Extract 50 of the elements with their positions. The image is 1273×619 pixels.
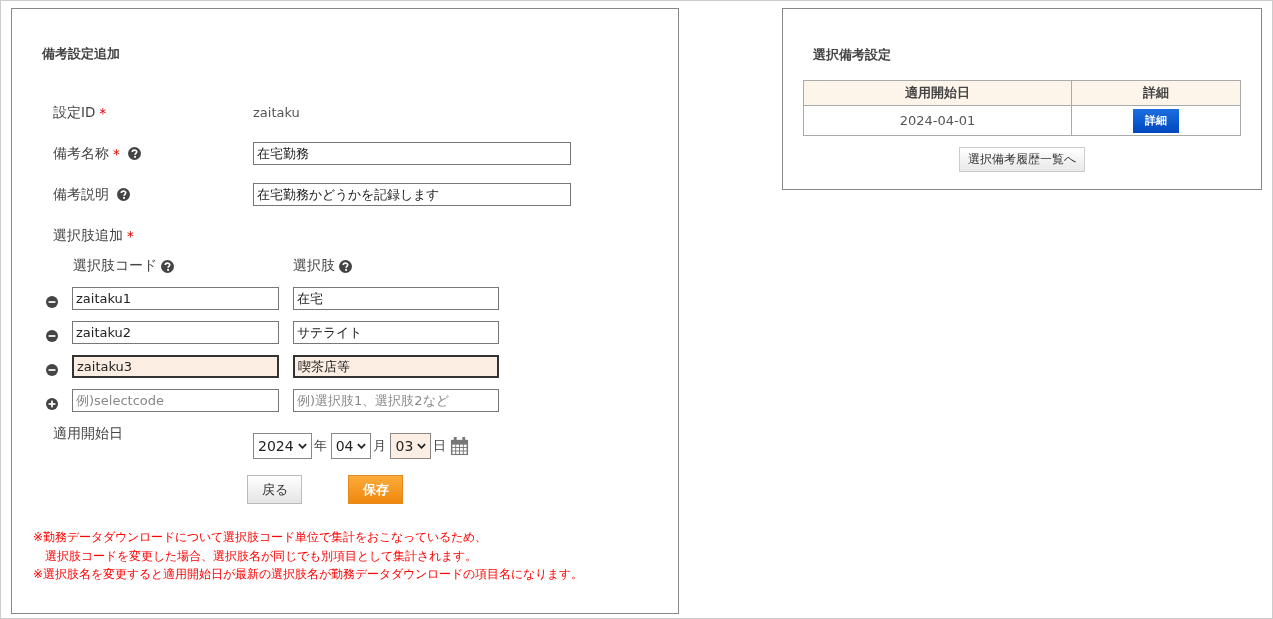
field-label: 備考名称: [53, 144, 109, 163]
caret-icon: [357, 443, 367, 449]
help-icon: [117, 188, 130, 201]
minus-circle-icon[interactable]: [46, 329, 58, 342]
option-choice-input[interactable]: 喫茶店等: [293, 355, 499, 378]
minus-circle-icon[interactable]: [46, 363, 58, 376]
calendar-icon[interactable]: [450, 436, 470, 456]
field-label: 選択肢追加: [53, 226, 123, 245]
help-icon: [161, 259, 174, 273]
option-code-input[interactable]: zaitaku3: [72, 355, 279, 378]
table-cell: 2024-04-01: [803, 105, 1072, 136]
note-text: ※勤務データダウンロードについて選択肢コード単位で集計をおこなっているため、: [33, 529, 489, 546]
minus-circle-icon[interactable]: [46, 295, 58, 308]
help-icon: [339, 259, 352, 273]
description-input[interactable]: 在宅勤務かどうかを記録します: [253, 183, 571, 206]
setting-id-value: zaitaku: [253, 105, 300, 120]
name-input[interactable]: 在宅勤務: [253, 142, 571, 165]
required-mark: *: [99, 104, 107, 121]
form-title: 備考設定追加: [42, 45, 121, 63]
required-mark: *: [113, 145, 120, 162]
field-label: 設定ID: [53, 103, 96, 122]
required-mark: *: [127, 227, 134, 244]
column-header: 選択肢コード: [73, 257, 157, 275]
field-label: 適用開始日: [53, 425, 123, 443]
option-code-input[interactable]: zaitaku1: [72, 287, 279, 310]
date-select[interactable]: 04: [330, 433, 372, 459]
date-select[interactable]: 03: [390, 433, 432, 459]
option-code-input[interactable]: 例)selectcode: [72, 389, 279, 412]
field-label: 備考説明: [53, 185, 109, 204]
help-icon: [127, 147, 141, 160]
option-code-input[interactable]: zaitaku2: [72, 321, 279, 344]
option-choice-input[interactable]: 例)選択肢1、選択肢2など: [293, 389, 499, 412]
date-unit: 年: [313, 437, 327, 455]
history-title: 選択備考設定: [813, 46, 892, 64]
date-unit: 日: [433, 437, 447, 455]
plus-circle-icon[interactable]: [46, 397, 58, 410]
date-unit: 月: [373, 437, 387, 455]
caret-icon: [417, 443, 427, 449]
detail-button[interactable]: 詳細: [1133, 108, 1179, 133]
back-button[interactable]: 戻る: [247, 475, 302, 504]
date-select[interactable]: 2024: [253, 433, 312, 459]
note-text: ※選択肢名を変更すると適用開始日が最新の選択肢名が勤務データダウンロードの項目名になります。: [33, 566, 585, 583]
column-header: 適用開始日: [803, 80, 1072, 106]
caret-icon: [297, 443, 307, 449]
option-choice-input[interactable]: サテライト: [293, 321, 499, 344]
note-text: 選択肢コードを変更した場合、選択肢名が同じでも別項目として集計されます。: [44, 547, 478, 565]
option-choice-input[interactable]: 在宅: [293, 287, 499, 310]
column-header: 詳細: [1071, 80, 1241, 106]
history-list-button[interactable]: 選択備考履歴一覧へ: [959, 147, 1085, 172]
column-header: 選択肢: [293, 257, 335, 275]
